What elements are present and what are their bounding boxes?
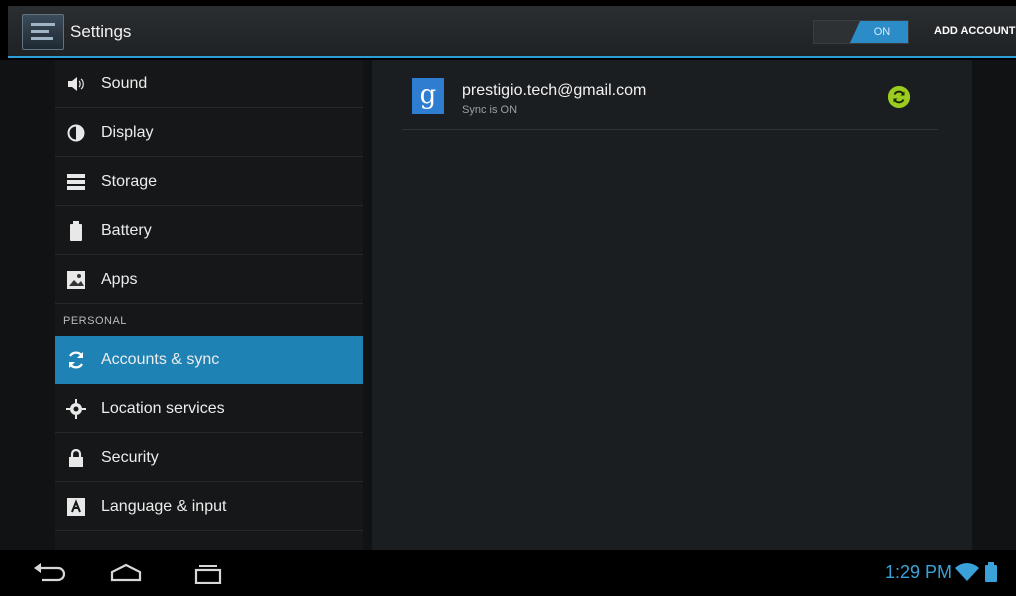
account-row[interactable]: g prestigio.tech@gmail.com Sync is ON xyxy=(402,72,938,130)
accounts-pane: g prestigio.tech@gmail.com Sync is ON xyxy=(372,60,972,550)
sidebar-item-label: Language & input xyxy=(101,497,227,515)
sidebar-item-label: Display xyxy=(101,123,154,141)
sidebar-item-battery[interactable]: Battery xyxy=(55,207,363,255)
add-account-button[interactable]: ADD ACCOUNT xyxy=(934,25,1015,37)
account-email: prestigio.tech@gmail.com xyxy=(462,82,647,99)
sidebar-item-storage[interactable]: Storage xyxy=(55,158,363,206)
sidebar-item-label: Storage xyxy=(101,172,158,190)
home-icon[interactable] xyxy=(106,558,146,588)
speaker-icon xyxy=(65,73,87,95)
recent-apps-icon[interactable] xyxy=(188,558,228,588)
brightness-icon xyxy=(65,122,87,144)
status-clock: 1:29 PM xyxy=(885,562,953,582)
sidebar-item-sound[interactable]: Sound xyxy=(55,60,363,108)
settings-app-icon[interactable] xyxy=(22,14,64,50)
sidebar-item-security[interactable]: Security xyxy=(55,434,363,482)
content-area: Sound Display Storage Battery Apps PERSO… xyxy=(0,60,1016,550)
section-header-personal: PERSONAL xyxy=(63,315,127,327)
lock-icon xyxy=(65,447,87,469)
status-icons xyxy=(955,562,997,587)
settings-list: Sound Display Storage Battery Apps PERSO… xyxy=(55,60,363,550)
sidebar-item-location[interactable]: Location services xyxy=(55,385,363,433)
account-sync-status: Sync is ON xyxy=(462,104,518,116)
battery-status-icon xyxy=(985,562,997,587)
page-title: Settings xyxy=(70,22,132,41)
sidebar-item-language[interactable]: Language & input xyxy=(55,483,363,531)
sidebar-item-accounts-sync[interactable]: Accounts & sync xyxy=(55,336,363,384)
sidebar-item-label: Security xyxy=(101,448,159,466)
toggle-on-label: ON xyxy=(850,21,908,43)
sidebar-item-label: Sound xyxy=(101,74,148,92)
back-icon[interactable] xyxy=(30,558,70,588)
location-icon xyxy=(65,398,87,420)
language-icon xyxy=(65,496,87,518)
sidebar-item-label: Location services xyxy=(101,399,225,417)
navigation-bar: 1:29 PM xyxy=(0,550,1016,596)
sync-toggle[interactable]: ON xyxy=(813,20,909,44)
action-bar: Settings ON ADD ACCOUNT xyxy=(8,6,1016,58)
sidebar-item-label: Apps xyxy=(101,270,138,288)
sidebar-item-label: Battery xyxy=(101,221,152,239)
sidebar-item-label: Accounts & sync xyxy=(101,350,220,368)
apps-icon xyxy=(65,269,87,291)
sidebar-item-apps[interactable]: Apps xyxy=(55,256,363,304)
sync-icon xyxy=(65,349,87,371)
sidebar-item-display[interactable]: Display xyxy=(55,109,363,157)
wifi-icon xyxy=(955,563,979,586)
sidebar-item-partial[interactable] xyxy=(55,532,363,550)
google-icon: g xyxy=(412,78,444,114)
battery-icon xyxy=(65,220,87,242)
storage-icon xyxy=(65,171,87,193)
sync-status-icon xyxy=(888,86,910,108)
